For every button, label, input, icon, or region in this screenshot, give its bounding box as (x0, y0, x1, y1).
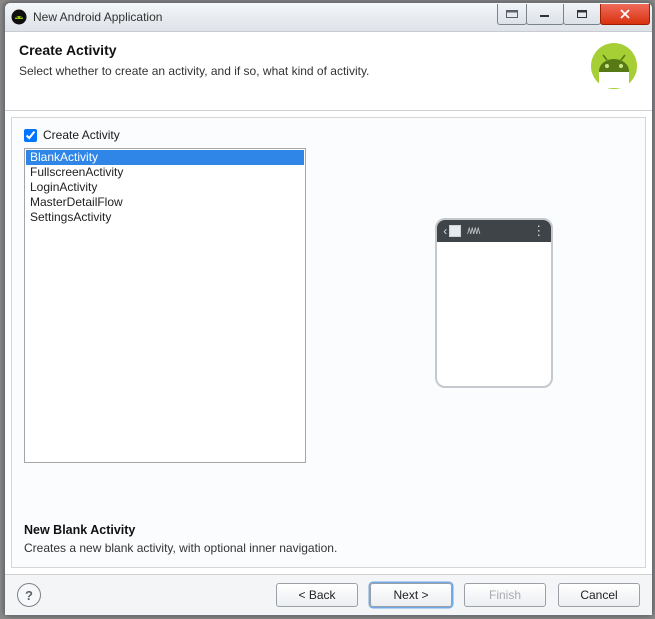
android-badge-icon (590, 42, 638, 93)
help-button[interactable]: ? (17, 583, 41, 607)
finish-button[interactable]: Finish (464, 583, 546, 607)
activity-item[interactable]: LoginActivity (26, 180, 304, 195)
close-button[interactable] (600, 4, 650, 25)
window-title: New Android Application (33, 10, 497, 24)
android-icon (11, 9, 27, 25)
cancel-button[interactable]: Cancel (558, 583, 640, 607)
wizard-header-text: Create Activity Select whether to create… (19, 42, 369, 78)
back-button[interactable]: < Back (276, 583, 358, 607)
wizard-body: Create Activity BlankActivityFullscreenA… (11, 117, 646, 568)
activity-description: New Blank Activity Creates a new blank a… (24, 523, 633, 555)
wizard-title: Create Activity (19, 42, 369, 58)
content-row: BlankActivityFullscreenActivityLoginActi… (24, 148, 633, 515)
create-activity-input[interactable] (24, 129, 37, 142)
phone-preview-topbar: ‹ /\/\/\/\ ⋮ (437, 220, 551, 242)
back-chevron-icon: ‹ (443, 224, 447, 238)
activity-type-list[interactable]: BlankActivityFullscreenActivityLoginActi… (24, 148, 306, 463)
phone-preview: ‹ /\/\/\/\ ⋮ (435, 218, 553, 388)
window-controls (497, 3, 650, 31)
app-logo-placeholder-icon (449, 225, 461, 237)
maximize-button[interactable] (563, 4, 601, 25)
activity-item[interactable]: FullscreenActivity (26, 165, 304, 180)
wizard-subtitle: Select whether to create an activity, an… (19, 64, 369, 78)
next-button[interactable]: Next > (370, 583, 452, 607)
title-placeholder-icon: /\/\/\/\ (467, 226, 532, 236)
create-activity-checkbox[interactable]: Create Activity (24, 128, 633, 142)
titlebar[interactable]: New Android Application (5, 3, 652, 32)
activity-description-title: New Blank Activity (24, 523, 633, 537)
wizard-header: Create Activity Select whether to create… (5, 32, 652, 111)
minimize-button[interactable] (526, 4, 564, 25)
activity-item[interactable]: SettingsActivity (26, 210, 304, 225)
activity-item[interactable]: MasterDetailFlow (26, 195, 304, 210)
create-activity-label: Create Activity (43, 128, 120, 142)
overflow-menu-icon: ⋮ (532, 226, 545, 236)
context-help-button[interactable] (497, 4, 527, 25)
dialog-window: New Android Application (4, 2, 653, 616)
wizard-footer: ? < Back Next > Finish Cancel (5, 574, 652, 615)
preview-column: ‹ /\/\/\/\ ⋮ (356, 148, 634, 515)
activity-description-text: Creates a new blank activity, with optio… (24, 541, 633, 555)
activity-item[interactable]: BlankActivity (26, 150, 304, 165)
